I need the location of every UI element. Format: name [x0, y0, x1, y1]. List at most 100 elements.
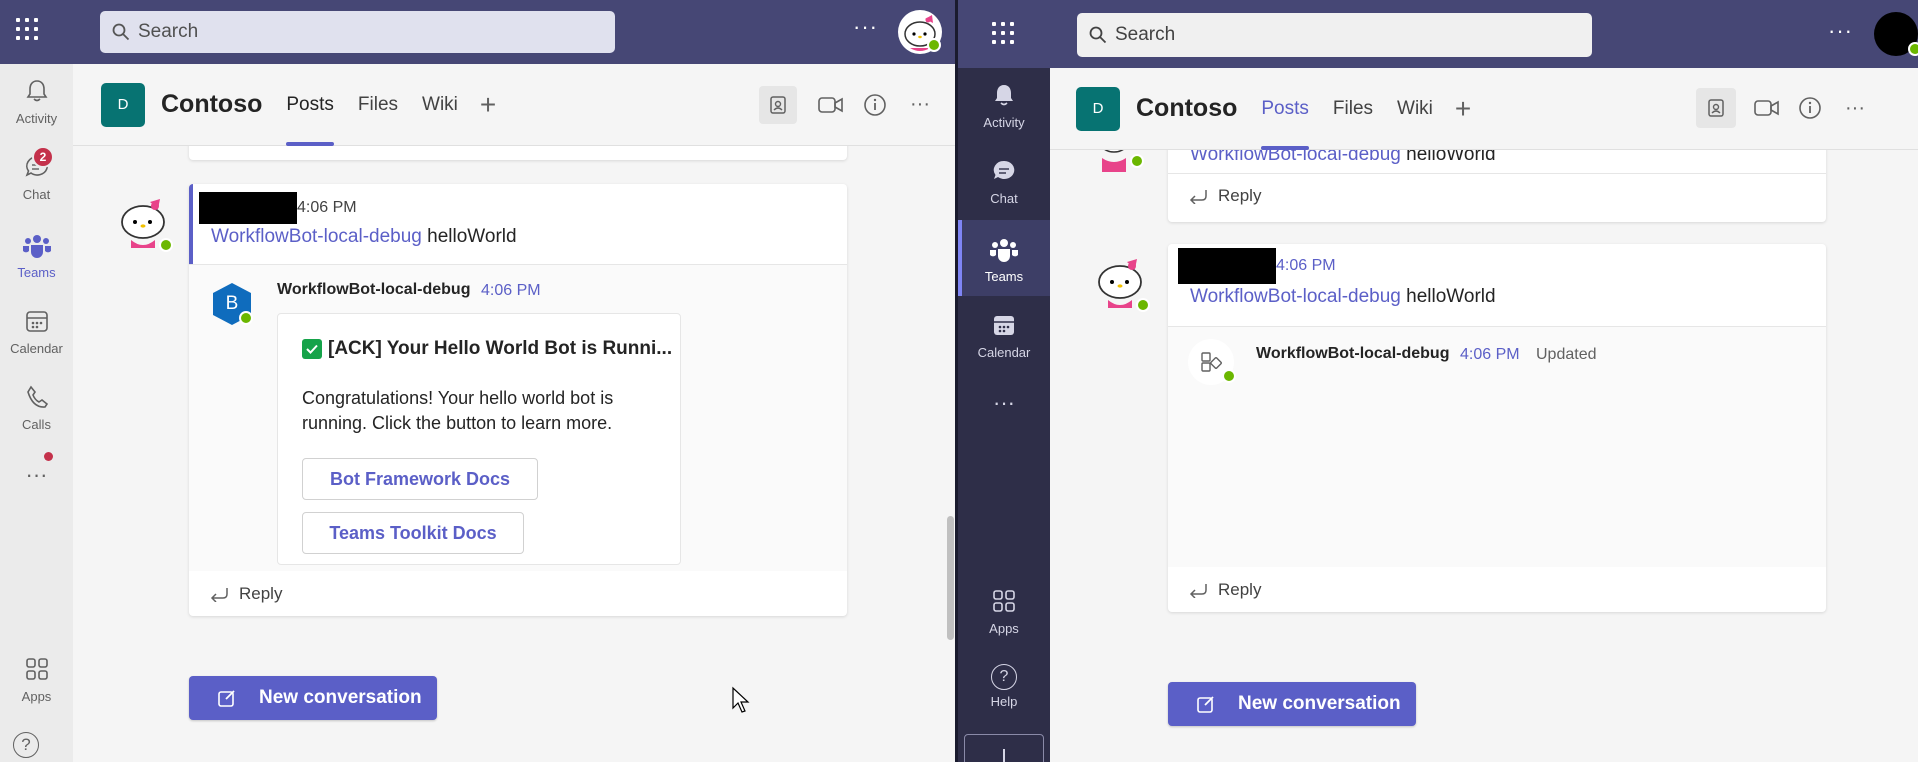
rail-teams-label: Teams — [984, 269, 1024, 284]
scrollbar-thumb[interactable] — [947, 516, 954, 640]
bot-sender-name: WorkflowBot-local-debug — [277, 281, 471, 298]
new-conversation-label: New conversation — [1238, 693, 1401, 714]
video-call-icon[interactable] — [816, 91, 846, 119]
team-name: Contoso — [1136, 94, 1238, 122]
add-tab-icon[interactable]: + — [1455, 93, 1471, 125]
tab-posts[interactable]: Posts — [286, 64, 334, 146]
new-conversation-button[interactable]: New conversation — [189, 676, 437, 720]
notification-dot — [44, 452, 53, 461]
rail-teams-label: Teams — [17, 265, 56, 280]
tab-wiki[interactable]: Wiki — [1397, 68, 1433, 149]
search-box[interactable]: Search — [1077, 13, 1592, 57]
redacted-sender-name — [1178, 248, 1276, 284]
rail-apps[interactable]: Apps — [958, 588, 1050, 636]
channel-header: D Contoso Posts Files Wiki + ··· — [1050, 68, 1918, 150]
adaptive-card: [ACK] Your Hello World Bot is Runni... C… — [277, 313, 681, 565]
channel-more-icon[interactable]: ··· — [905, 86, 935, 122]
settings-more-icon[interactable]: ··· — [853, 14, 878, 40]
rail-calls-label: Calls — [22, 417, 51, 432]
tab-files[interactable]: Files — [358, 64, 398, 145]
message-meta: 4:06 PM — [199, 192, 357, 224]
card-text: Congratulations! Your hello world bot is… — [302, 388, 614, 433]
rail-calendar[interactable]: Calendar — [0, 308, 73, 356]
search-placeholder: Search — [1115, 24, 1176, 45]
apps-icon — [991, 588, 1017, 617]
tab-files[interactable]: Files — [1333, 68, 1373, 149]
sender-presence-icon — [159, 238, 173, 252]
tab-wiki[interactable]: Wiki — [422, 64, 458, 145]
rail-more-apps[interactable]: ··· — [958, 390, 1050, 416]
search-placeholder: Search — [138, 21, 199, 42]
message-thread-card: 4:06 PM WorkflowBot-local-debug helloWor… — [1168, 244, 1826, 612]
bot-reply-time: 4:06 PM — [1460, 346, 1520, 363]
app-launcher-icon[interactable] — [990, 20, 1016, 46]
message-body: WorkflowBot-local-debug helloWorld — [1190, 286, 1496, 308]
app-rail: Activity Chat 2 Teams Calendar Calls ···… — [0, 64, 73, 762]
rail-apps-label: Apps — [989, 621, 1019, 636]
help-icon: ? — [991, 664, 1017, 690]
teams-icon — [22, 232, 52, 261]
right-teams-window: Search ··· Activity Chat Teams Calendar … — [955, 0, 1918, 762]
rail-teams[interactable]: Teams — [958, 236, 1050, 284]
download-button[interactable] — [964, 734, 1044, 762]
rail-chat[interactable]: Chat — [958, 158, 1050, 206]
updated-status: Updated — [1536, 346, 1597, 363]
redacted-sender-name — [199, 192, 297, 224]
meeting-notes-icon[interactable] — [1696, 88, 1736, 128]
prev-bot-mention[interactable]: WorkflowBot-local-debug — [1190, 150, 1401, 165]
info-icon[interactable] — [1796, 94, 1824, 122]
bot-mention[interactable]: WorkflowBot-local-debug — [1190, 286, 1401, 307]
team-icon: D — [1076, 86, 1120, 131]
rail-calendar-label: Calendar — [977, 345, 1031, 360]
new-conversation-button[interactable]: New conversation — [1168, 682, 1416, 726]
reply-label: Reply — [1218, 580, 1262, 599]
add-tab-icon[interactable]: + — [480, 89, 496, 121]
info-icon[interactable] — [861, 91, 889, 119]
message-text: helloWorld — [1406, 286, 1496, 307]
teams-toolkit-docs-button[interactable]: Teams Toolkit Docs — [302, 512, 524, 554]
help-icon[interactable]: ? — [13, 732, 39, 758]
reply-button[interactable]: Reply — [209, 584, 282, 604]
rail-activity-label: Activity — [15, 111, 58, 126]
check-icon — [302, 339, 322, 359]
bot-reply-time: 4:06 PM — [481, 282, 541, 299]
search-box[interactable]: Search — [100, 11, 615, 53]
bot-sender-name: WorkflowBot-local-debug — [1256, 345, 1450, 362]
card-title-row: [ACK] Your Hello World Bot is Runni... — [302, 338, 672, 360]
rail-calls[interactable]: Calls — [0, 384, 73, 432]
rail-calendar[interactable]: Calendar — [958, 312, 1050, 360]
calendar-icon — [991, 312, 1017, 341]
rail-more-apps[interactable]: ··· — [0, 462, 73, 488]
chat-unread-badge: 2 — [32, 146, 54, 168]
rail-help-label: Help — [990, 694, 1018, 709]
channel-header: D Contoso Posts Files Wiki + ··· — [73, 64, 955, 146]
prev-reply-label: Reply — [1218, 186, 1262, 205]
unread-indicator — [189, 184, 193, 264]
bot-mention[interactable]: WorkflowBot-local-debug — [211, 226, 422, 247]
posts-pane: 4:06 PM WorkflowBot-local-debug helloWor… — [73, 146, 955, 762]
bot-framework-docs-button[interactable]: Bot Framework Docs — [302, 458, 538, 500]
compose-icon — [217, 688, 237, 708]
compose-icon — [1196, 694, 1216, 714]
rail-help[interactable]: ? Help — [958, 664, 1050, 709]
rail-teams[interactable]: Teams — [0, 232, 73, 280]
message-text: helloWorld — [427, 226, 517, 247]
prev-reply-button[interactable]: Reply — [1188, 186, 1261, 206]
tab-posts[interactable]: Posts — [1261, 68, 1309, 150]
app-launcher-icon[interactable] — [14, 16, 40, 42]
reply-arrow-icon — [209, 586, 229, 602]
prev-message-body: WorkflowBot-local-debug helloWorld — [1190, 150, 1496, 166]
reply-arrow-icon — [1188, 582, 1208, 598]
video-call-icon[interactable] — [1752, 94, 1782, 122]
rail-activity[interactable]: Activity — [958, 82, 1050, 130]
prev-message-text: helloWorld — [1406, 150, 1496, 165]
rail-activity-label: Activity — [983, 115, 1025, 130]
settings-more-icon[interactable]: ··· — [1828, 18, 1853, 44]
team-icon: D — [101, 82, 145, 127]
meeting-notes-icon[interactable] — [759, 86, 797, 124]
reply-button[interactable]: Reply — [1188, 580, 1261, 600]
rail-activity[interactable]: Activity — [0, 78, 73, 126]
previous-message-card — [189, 146, 847, 160]
rail-apps[interactable]: Apps — [0, 656, 73, 704]
channel-more-icon[interactable]: ··· — [1840, 90, 1870, 126]
